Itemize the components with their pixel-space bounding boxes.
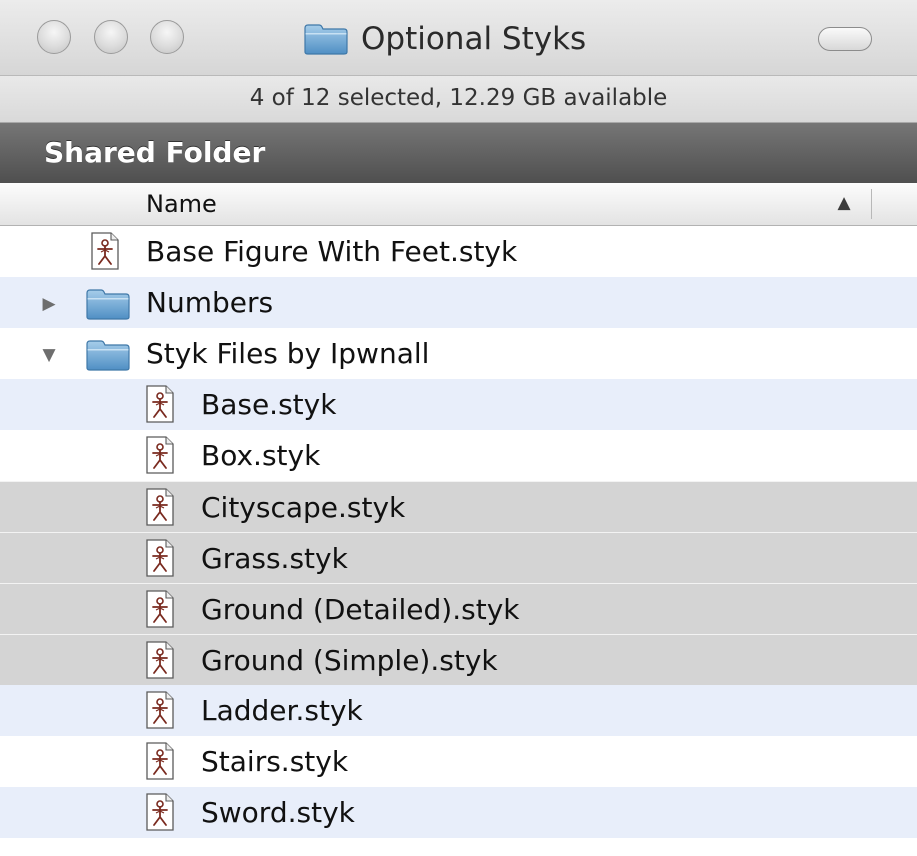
styk-file-icon bbox=[145, 539, 175, 577]
item-label: Ground (Simple).styk bbox=[201, 644, 498, 677]
file-row[interactable]: Grass.styk bbox=[0, 532, 917, 583]
finder-window: Optional Styks 4 of 12 selected, 12.29 G… bbox=[0, 0, 917, 856]
item-label: Numbers bbox=[146, 286, 274, 319]
file-list: Base Figure With Feet.styk ▶ Numbers ▼ Styk … bbox=[0, 226, 917, 856]
file-row[interactable]: Sword.styk bbox=[0, 787, 917, 838]
window-title: Optional Styks bbox=[303, 20, 586, 58]
styk-file-icon bbox=[90, 232, 120, 270]
shared-folder-bar: Shared Folder bbox=[0, 123, 917, 183]
file-row[interactable]: Base Figure With Feet.styk bbox=[0, 226, 917, 277]
file-row[interactable]: Cityscape.styk bbox=[0, 481, 917, 532]
file-row[interactable]: Ground (Detailed).styk bbox=[0, 583, 917, 634]
title-bar[interactable]: Optional Styks bbox=[0, 0, 917, 76]
file-row[interactable]: Ladder.styk bbox=[0, 685, 917, 736]
disclosure-collapsed-icon[interactable]: ▶ bbox=[38, 293, 60, 315]
file-row[interactable]: Ground (Simple).styk bbox=[0, 634, 917, 685]
item-label: Ladder.styk bbox=[201, 694, 363, 727]
minimize-button[interactable] bbox=[94, 20, 128, 54]
item-label: Sword.styk bbox=[201, 796, 355, 829]
item-label: Styk Files by Ipwnall bbox=[146, 337, 430, 370]
styk-file-icon bbox=[145, 742, 175, 780]
item-label: Base.styk bbox=[201, 388, 337, 421]
styk-file-icon bbox=[145, 793, 175, 831]
styk-file-icon bbox=[145, 385, 175, 423]
status-bar: 4 of 12 selected, 12.29 GB available bbox=[0, 76, 917, 123]
file-row[interactable]: Stairs.styk bbox=[0, 736, 917, 787]
column-header: Name ▲ bbox=[0, 183, 917, 226]
styk-file-icon bbox=[145, 691, 175, 729]
item-label: Grass.styk bbox=[201, 542, 348, 575]
disclosure-expanded-icon[interactable]: ▼ bbox=[38, 344, 60, 366]
close-button[interactable] bbox=[37, 20, 71, 54]
item-label: Stairs.styk bbox=[201, 745, 349, 778]
file-row[interactable]: Box.styk bbox=[0, 430, 917, 481]
window-title-text: Optional Styks bbox=[361, 21, 587, 57]
item-label: Base Figure With Feet.styk bbox=[146, 235, 518, 268]
column-divider bbox=[871, 189, 872, 219]
folder-icon bbox=[85, 287, 131, 321]
folder-row[interactable]: ▼ Styk Files by Ipwnall bbox=[0, 328, 917, 379]
item-label: Ground (Detailed).styk bbox=[201, 593, 520, 626]
sort-ascending-icon[interactable]: ▲ bbox=[834, 193, 854, 213]
styk-file-icon bbox=[145, 590, 175, 628]
folder-icon bbox=[85, 338, 131, 372]
file-row[interactable]: Base.styk bbox=[0, 379, 917, 430]
folder-icon bbox=[303, 21, 349, 57]
styk-file-icon bbox=[145, 436, 175, 474]
styk-file-icon bbox=[145, 488, 175, 526]
item-label: Cityscape.styk bbox=[201, 491, 406, 524]
styk-file-icon bbox=[145, 641, 175, 679]
column-header-name[interactable]: Name bbox=[146, 183, 217, 225]
zoom-button[interactable] bbox=[150, 20, 184, 54]
toolbar-toggle-button[interactable] bbox=[818, 27, 872, 51]
folder-row[interactable]: ▶ Numbers bbox=[0, 277, 917, 328]
item-label: Box.styk bbox=[201, 439, 321, 472]
